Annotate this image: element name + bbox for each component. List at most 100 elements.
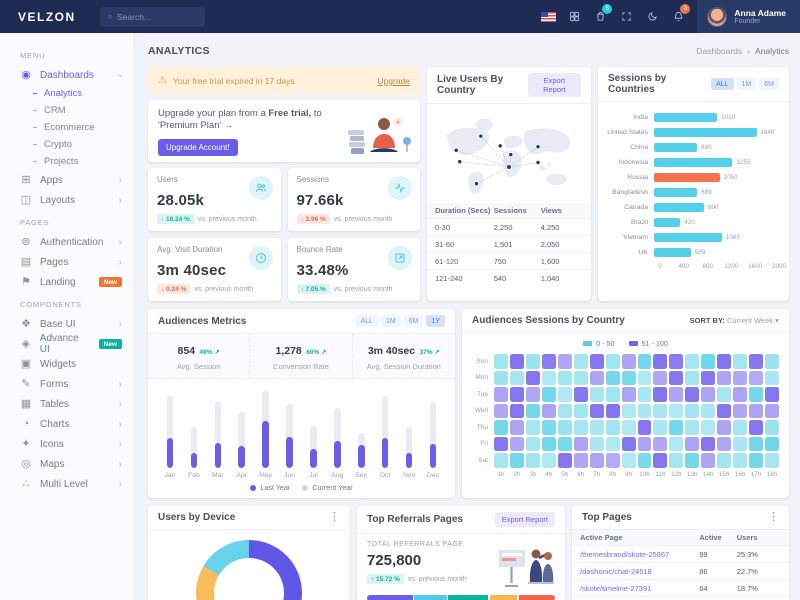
chevron-right-icon: › [119,459,122,470]
bar [654,143,697,152]
audiences-chart: JanFebMarAprMayJunJulAugSepOctNovDec [148,379,455,479]
heatmap-cell [526,437,540,452]
page-link[interactable]: /skote/timeline-27391 [580,584,699,593]
heatmap-cell [717,437,731,452]
heatmap-cell [510,437,524,452]
heatmap-cell [638,371,652,386]
fullscreen-button[interactable] [613,0,639,33]
web-apps-button[interactable] [561,0,587,33]
sidebar-item-layouts[interactable]: ◫ Layouts› [0,190,134,210]
page-link[interactable]: /dashonic/chat-24518 [580,567,699,576]
delta-badge: ↓ 3.96 % [297,214,330,224]
sidebar-item-maps[interactable]: ◎ Maps› [0,454,134,474]
maps-icon: ◎ [20,459,32,470]
sidebar-item-analytics[interactable]: Analytics [0,85,134,102]
table-row: 121-2405401,040 [427,269,591,286]
user-menu[interactable]: Anna Adame Founder [697,0,800,33]
sidebar-item-base-ui[interactable]: ❖ Base UI› [0,314,134,334]
heatmap-cell [574,387,588,402]
heatmap-cell [653,420,667,435]
sidebar-item-dashboards[interactable]: ◉ Dashboards› [0,65,134,85]
sidebar-item-landing[interactable]: ⚑ LandingNew [0,272,134,292]
upgrade-account-button[interactable]: Upgrade Account! [158,139,238,156]
filter-1y-button[interactable]: 1Y [426,315,445,327]
heatmap-cell [542,354,556,369]
heatmap-cell [622,437,636,452]
sidebar-item-ecommerce[interactable]: Ecommerce [0,119,134,136]
language-flag-button[interactable] [535,0,561,33]
filter-all-button[interactable]: ALL [356,315,378,327]
chevron-right-icon: › [747,46,750,56]
heatmap-cell [669,420,683,435]
page-link[interactable]: /themesbrand/skote-25867 [580,550,699,559]
heatmap-cell [685,420,699,435]
heatmap-cell [669,437,683,452]
sidebar-item-projects[interactable]: Projects [0,153,134,170]
search-input[interactable] [117,12,197,22]
heatmap-cell [733,437,747,452]
notifications-button[interactable]: 3 [665,0,691,33]
arrow-up-icon: ↗ [321,349,326,356]
sidebar-item-forms[interactable]: ✎ Forms› [0,374,134,394]
heatmap-cell [765,404,779,419]
cart-button[interactable]: 5 [587,0,613,33]
more-menu-button[interactable]: ⋮ [768,512,779,523]
chevron-right-icon: › [119,237,122,248]
upgrade-link[interactable]: Upgrade [377,76,410,86]
card-title: Top Pages [582,512,632,523]
filter-1m-button[interactable]: 1M [737,78,757,90]
apps-icon: ⊞ [20,175,32,186]
filter-6m-button[interactable]: 6M [404,315,424,327]
filter-1m-button[interactable]: 1M [381,315,401,327]
sidebar-item-charts[interactable]: ◔ Charts› [0,414,134,434]
export-report-button[interactable]: Export Report [528,73,581,97]
dark-mode-button[interactable] [639,0,665,33]
sidebar-item-apps[interactable]: ⊞ Apps› [0,170,134,190]
heatmap-cell [685,354,699,369]
heatmap-cell [558,387,572,402]
layouts-icon: ◫ [20,195,32,206]
global-search[interactable] [100,7,205,27]
heatmap-cell [526,404,540,419]
sort-by-dropdown[interactable]: SORT BY: Current Week ▾ [690,316,779,325]
heatmap-cell [733,420,747,435]
heatmap-cell [526,387,540,402]
sidebar-item-pages[interactable]: ▤ Pages› [0,252,134,272]
filter-all-button[interactable]: ALL [711,78,733,90]
top-navbar: VELZON 5 3 Anna Adame Founder [0,0,800,33]
heatmap-cell [494,420,508,435]
section-label-pages: PAGES [0,210,134,232]
moon-icon [647,11,658,22]
breadcrumb-dashboards[interactable]: Dashboards [696,46,742,56]
heatmap-cell [558,420,572,435]
heatmap-cell [685,371,699,386]
heatmap-cell [590,371,604,386]
users-by-device-card: Users by Device ⋮ [148,506,350,600]
heatmap-cell [638,420,652,435]
delta-badge: ↑ 7.05 % [297,284,330,294]
heatmap-cell [685,453,699,468]
trial-alert-text: Your free trial expired in 17 days. [173,76,297,86]
multi-level-icon: ∴ [20,479,32,490]
sidebar-item-crypto[interactable]: Crypto [0,136,134,153]
heatmap-cell [558,354,572,369]
heatmap-cell [622,420,636,435]
sidebar-item-tables[interactable]: ▦ Tables› [0,394,134,414]
trial-alert: ⚠ Your free trial expired in 17 days. Up… [148,67,420,94]
activity-icon [388,176,412,200]
fullscreen-icon [621,11,632,22]
chevron-right-icon: › [119,439,122,450]
sidebar-item-advance-ui[interactable]: ◈ Advance UINew [0,334,134,354]
filter-6m-button[interactable]: 6M [759,78,779,90]
sidebar-item-icons[interactable]: ✦ Icons› [0,434,134,454]
sidebar-item-widgets[interactable]: ▣ Widgets [0,354,134,374]
sidebar-item-authentication[interactable]: ⊚ Authentication› [0,232,134,252]
heatmap-cell [558,437,572,452]
sidebar-item-multi-level[interactable]: ∴ Multi Level› [0,474,134,494]
app-logo[interactable]: VELZON [0,10,100,24]
delta-badge: ↑ 16.24 % [157,214,194,224]
export-report-button[interactable]: Export Report [495,512,555,527]
bar [654,203,704,212]
more-menu-button[interactable]: ⋮ [329,512,340,523]
sidebar-item-crm[interactable]: CRM [0,102,134,119]
